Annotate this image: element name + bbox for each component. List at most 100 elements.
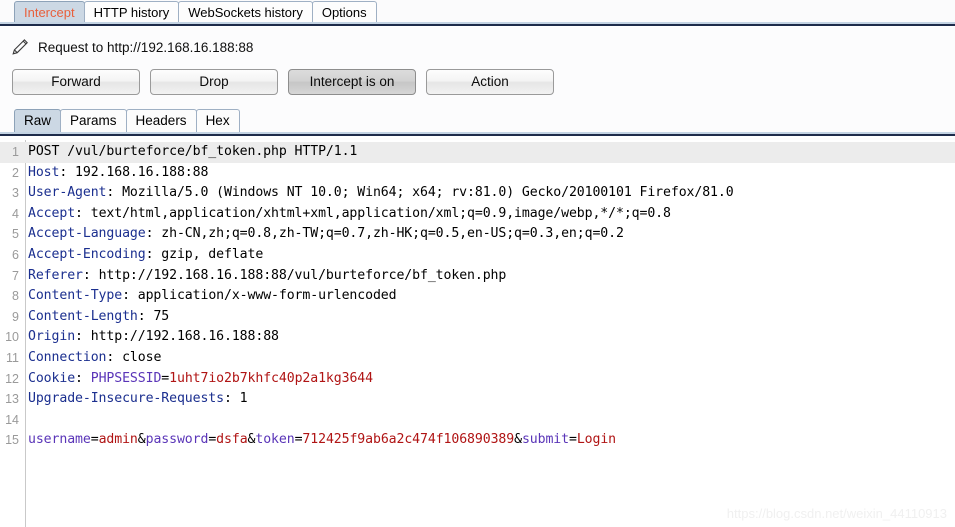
tab-http-history[interactable]: HTTP history (83, 1, 180, 22)
line-content: POST /vul/burteforce/bf_token.php HTTP/1… (22, 142, 357, 163)
code-token: 712425f9ab6a2c474f106890389 (302, 432, 515, 448)
line-number: 6 (12, 247, 19, 262)
subtab-headers[interactable]: Headers (125, 109, 197, 132)
code-line[interactable]: 6 Accept-Encoding: gzip, deflate (0, 245, 955, 266)
code-token: dsfa (216, 432, 248, 448)
code-token: : 75 (137, 308, 170, 324)
line-number: 10 (5, 330, 19, 345)
drop-button[interactable]: Drop (150, 69, 278, 95)
line-content: Referer: http://192.168.16.188:88/vul/bu… (22, 266, 506, 287)
code-token: Cookie (28, 370, 76, 386)
code-token: & (137, 432, 146, 448)
code-token: Content-Type (28, 288, 123, 304)
code-token: Content-Length (28, 308, 138, 324)
code-line[interactable]: 8 Content-Type: application/x-www-form-ur… (0, 286, 955, 307)
code-token: = (568, 432, 577, 448)
line-content: Content-Type: application/x-www-form-url… (22, 286, 397, 307)
code-line[interactable]: 3 User-Agent: Mozilla/5.0 (Windows NT 10.… (0, 183, 955, 204)
code-line[interactable]: 13 Upgrade-Insecure-Requests: 1 (0, 389, 955, 410)
code-line[interactable]: 15 username=admin&password=dsfa&token=712… (0, 430, 955, 451)
code-token: 1uht7io2b7khfc40p2a1kg3644 (169, 370, 373, 386)
line-number: 12 (5, 371, 19, 386)
code-token: Login (576, 432, 617, 448)
code-line[interactable]: 11 Connection: close (0, 348, 955, 369)
subtab-params[interactable]: Params (60, 109, 127, 132)
message-view-tab-strip: Raw Params Headers Hex (14, 108, 240, 132)
line-number: 13 (5, 392, 19, 407)
line-content: Connection: close (22, 348, 161, 369)
code-token: : http://192.168.16.188:88/vul/burteforc… (82, 267, 507, 283)
code-token: Accept (28, 205, 76, 221)
line-content: username=admin&password=dsfa&token=71242… (22, 430, 616, 451)
code-token: = (161, 370, 170, 386)
code-line[interactable]: 7 Referer: http://192.168.16.188:88/vul/b… (0, 266, 955, 287)
line-number: 14 (5, 412, 19, 427)
top-divider (0, 22, 955, 27)
intercept-action-buttons: Forward Drop Intercept is on Action (12, 69, 564, 95)
line-number: 15 (5, 433, 19, 448)
line-content: Accept-Encoding: gzip, deflate (22, 245, 263, 266)
line-number: 3 (12, 186, 19, 201)
code-token: : Mozilla/5.0 (Windows NT 10.0; Win64; x… (106, 185, 734, 201)
code-token: admin (98, 432, 138, 448)
line-number: 1 (12, 145, 19, 159)
line-content: Accept-Language: zh-CN,zh;q=0.8,zh-TW;q=… (22, 224, 624, 245)
main-tab-strip: Intercept HTTP history WebSockets histor… (0, 0, 955, 22)
code-token: : (75, 370, 91, 386)
code-line[interactable]: 10 Origin: http://192.168.16.188:88 (0, 327, 955, 348)
action-button[interactable]: Action (426, 69, 554, 95)
subtab-hex[interactable]: Hex (195, 109, 240, 132)
tab-options[interactable]: Options (311, 1, 377, 22)
code-line[interactable]: 5 Accept-Language: zh-CN,zh;q=0.8,zh-TW;q… (0, 224, 955, 245)
code-token: : close (106, 349, 162, 365)
intercept-toggle-button[interactable]: Intercept is on (288, 69, 416, 95)
code-line[interactable]: 12 Cookie: PHPSESSID=1uht7io2b7khfc40p2a1… (0, 369, 955, 390)
raw-request-editor[interactable]: 1 POST /vul/burteforce/bf_token.php HTTP/… (0, 140, 955, 527)
code-token: Accept-Encoding (28, 246, 146, 262)
code-token: : gzip, deflate (145, 246, 264, 262)
code-token: PHPSESSID (90, 370, 162, 386)
code-token: : application/x-www-form-urlencoded (122, 288, 397, 304)
code-token: : text/html,application/xhtml+xml,applic… (75, 205, 671, 221)
request-target-label: Request to http://192.168.16.188:88 (38, 39, 254, 55)
request-info-row: Request to http://192.168.16.188:88 (0, 34, 955, 60)
tab-intercept[interactable]: Intercept (14, 1, 85, 22)
subtab-raw[interactable]: Raw (14, 109, 62, 132)
code-token: & (514, 432, 522, 448)
code-line[interactable]: 14 (0, 410, 955, 431)
code-token: token (255, 432, 295, 448)
line-number: 7 (12, 268, 19, 283)
line-content: Cookie: PHPSESSID=1uht7io2b7khfc40p2a1kg… (22, 369, 373, 390)
code-token: Referer (28, 267, 83, 283)
tab-websockets-history[interactable]: WebSockets history (178, 1, 313, 22)
code-token: User-Agent (28, 185, 107, 201)
code-token: password (145, 432, 209, 448)
pencil-icon (10, 37, 30, 57)
code-token: Upgrade-Insecure-Requests (28, 391, 224, 407)
code-token: : zh-CN,zh;q=0.8,zh-TW;q=0.7,zh-HK;q=0.5… (145, 226, 624, 242)
code-line[interactable]: 4 Accept: text/html,application/xhtml+xml… (0, 204, 955, 225)
line-number: 11 (6, 350, 19, 365)
line-content: Accept: text/html,application/xhtml+xml,… (22, 204, 671, 225)
burp-proxy-window: Intercept HTTP history WebSockets histor… (0, 0, 955, 527)
line-number: 4 (12, 206, 19, 221)
code-line[interactable]: 1 POST /vul/burteforce/bf_token.php HTTP/… (0, 142, 955, 163)
line-content: Upgrade-Insecure-Requests: 1 (22, 389, 248, 410)
line-number: 5 (12, 227, 19, 242)
code-token: Connection (28, 349, 107, 365)
code-line[interactable]: 9 Content-Length: 75 (0, 307, 955, 328)
code-token: username (28, 432, 91, 448)
code-token: : http://192.168.16.188:88 (75, 329, 279, 345)
line-content: Host: 192.168.16.188:88 (22, 163, 208, 184)
code-token: POST /vul/burteforce/bf_token.php HTTP/1… (28, 144, 358, 159)
forward-button[interactable]: Forward (12, 69, 140, 95)
code-token: Origin (28, 329, 76, 345)
request-text[interactable]: 1 POST /vul/burteforce/bf_token.php HTTP/… (0, 142, 955, 451)
code-token: submit (521, 432, 569, 448)
code-token: = (208, 432, 217, 448)
code-token: Accept-Language (28, 226, 146, 242)
code-line[interactable]: 2 Host: 192.168.16.188:88 (0, 163, 955, 184)
code-token: : 192.168.16.188:88 (59, 164, 209, 180)
line-content: User-Agent: Mozilla/5.0 (Windows NT 10.0… (22, 183, 734, 204)
line-number: 9 (12, 309, 19, 324)
